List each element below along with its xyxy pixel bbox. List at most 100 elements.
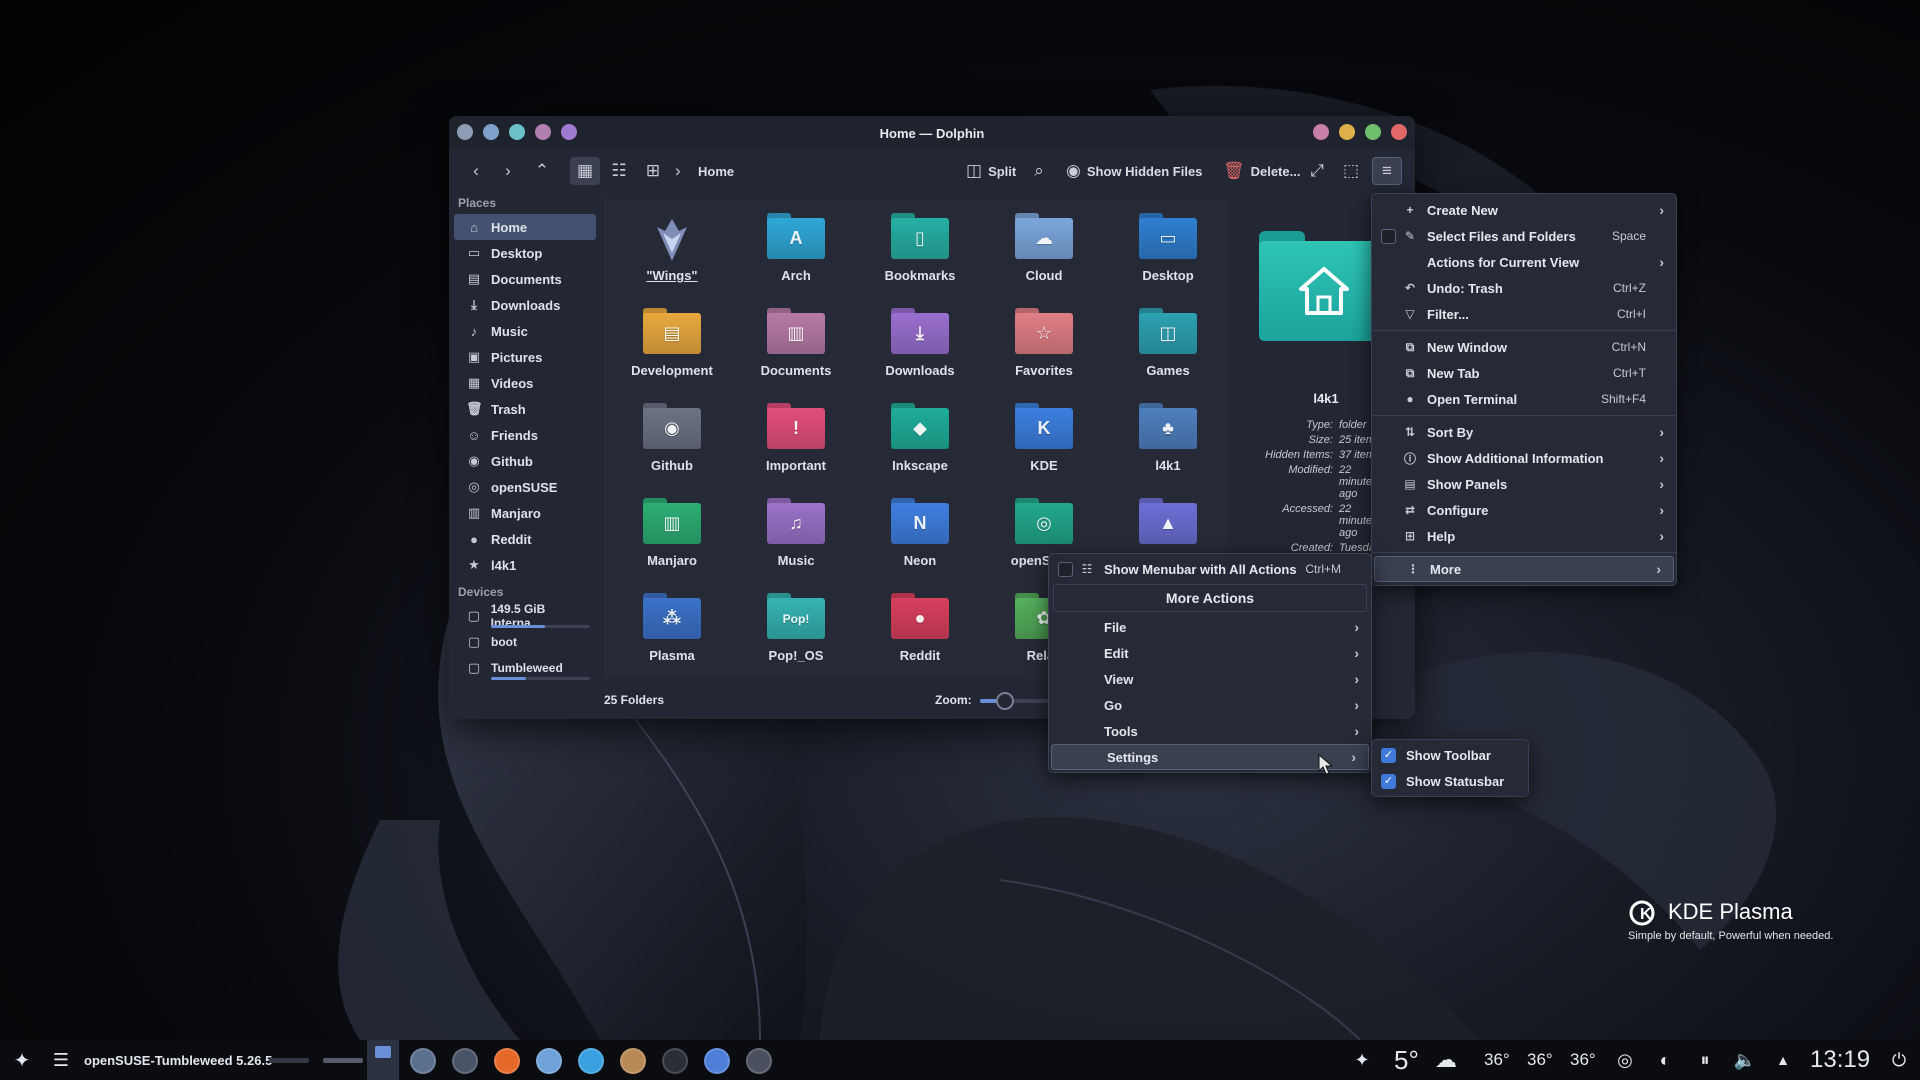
dolphin-icon[interactable] bbox=[536, 1048, 562, 1074]
more-menu-item-edit[interactable]: Edit › bbox=[1049, 640, 1371, 666]
firefox-icon[interactable] bbox=[494, 1048, 520, 1074]
folder-item[interactable]: ▭ Desktop bbox=[1106, 207, 1230, 302]
power-icon[interactable]: ⏻ bbox=[1886, 1040, 1912, 1080]
menu-item-new-window[interactable]: ⧉ New Window Ctrl+N bbox=[1372, 334, 1676, 360]
up-button[interactable]: ⌃ bbox=[527, 157, 557, 185]
menu-item-actions-for-current-view[interactable]: Actions for Current View › bbox=[1372, 249, 1676, 275]
zoom-handle[interactable] bbox=[996, 692, 1014, 710]
close-button[interactable] bbox=[1391, 124, 1407, 140]
folder-item[interactable]: ⤓ Downloads bbox=[858, 302, 982, 397]
menu-item-show-panels[interactable]: ▤ Show Panels › bbox=[1372, 471, 1676, 497]
fit-button[interactable]: ⤢ bbox=[1302, 157, 1332, 185]
sidebar-item-manjaro[interactable]: ▥ Manjaro bbox=[454, 500, 596, 526]
folder-item[interactable]: ♫ Music bbox=[734, 492, 858, 587]
folder-item[interactable]: ☁ Cloud bbox=[982, 207, 1106, 302]
folder-item[interactable]: "Wings" bbox=[610, 207, 734, 302]
sidebar-item-music[interactable]: ♪ Music bbox=[454, 318, 596, 344]
menubar-checkbox[interactable] bbox=[1058, 561, 1073, 577]
show-hidden-files-button[interactable]: ◉ Show Hidden Files bbox=[1060, 157, 1208, 185]
device-item[interactable]: ▢ 149.5 GiB Interna... bbox=[454, 602, 596, 630]
more-menu-item-file[interactable]: File › bbox=[1049, 614, 1371, 640]
device-item[interactable]: ▢ boot bbox=[454, 629, 596, 655]
menu-item-select-files-and-folders[interactable]: ✎ Select Files and Folders Space bbox=[1372, 223, 1676, 249]
sidebar-item-github[interactable]: ◉ Github bbox=[454, 448, 596, 474]
application-launcher[interactable]: ✦ bbox=[6, 1040, 38, 1080]
menu-item-undo-trash[interactable]: ↶ Undo: Trash Ctrl+Z bbox=[1372, 275, 1676, 301]
folder-item[interactable]: ♣ l4k1 bbox=[1106, 397, 1230, 492]
settings-item-show-statusbar[interactable]: ✓ Show Statusbar bbox=[1372, 768, 1528, 794]
details-view-button[interactable]: ⊞ bbox=[638, 157, 668, 185]
menu-item-help[interactable]: ⊞ Help › bbox=[1372, 523, 1676, 549]
forward-button[interactable]: › bbox=[493, 157, 523, 185]
delete-button[interactable]: 🗑 Delete... bbox=[1217, 157, 1306, 185]
sidebar-item-home[interactable]: ⌂ Home bbox=[454, 214, 596, 240]
select-area-button[interactable]: ⬚ bbox=[1336, 157, 1366, 185]
more-menu-item-go[interactable]: Go › bbox=[1049, 692, 1371, 718]
sidebar-item-desktop[interactable]: ▭ Desktop bbox=[454, 240, 596, 266]
folder-item[interactable]: ◫ Games bbox=[1106, 302, 1230, 397]
tools-icon[interactable] bbox=[746, 1048, 772, 1074]
folder-item[interactable]: ☆ Favorites bbox=[982, 302, 1106, 397]
check-icon[interactable]: ✓ bbox=[1381, 747, 1396, 763]
keep-above-button[interactable] bbox=[1313, 124, 1329, 140]
settings-item-show-toolbar[interactable]: ✓ Show Toolbar bbox=[1372, 742, 1528, 768]
icons-view-button[interactable]: ▦ bbox=[570, 157, 600, 185]
tray-expand-icon[interactable]: ▲ bbox=[1772, 1040, 1794, 1080]
more-menu-item-tools[interactable]: Tools › bbox=[1049, 718, 1371, 744]
tray-launcher-icon[interactable]: ✦ bbox=[1348, 1040, 1376, 1080]
folder-item[interactable]: Pop! Pop!_OS bbox=[734, 587, 858, 682]
sidebar-item-pictures[interactable]: ▣ Pictures bbox=[454, 344, 596, 370]
pager-bar-1[interactable] bbox=[269, 1058, 309, 1063]
menu-item-configure[interactable]: ⇄ Configure › bbox=[1372, 497, 1676, 523]
media-pause-icon[interactable]: ⏸ bbox=[1692, 1040, 1718, 1080]
folder-item[interactable]: ! Important bbox=[734, 397, 858, 492]
folder-item[interactable]: ▥ Documents bbox=[734, 302, 858, 397]
sidebar-item-reddit[interactable]: ● Reddit bbox=[454, 526, 596, 552]
folder-item[interactable]: A Arch bbox=[734, 207, 858, 302]
check-icon[interactable]: ✓ bbox=[1381, 773, 1396, 789]
store-icon[interactable] bbox=[578, 1048, 604, 1074]
menu-item-show-additional-information[interactable]: ⓘ Show Additional Information › bbox=[1372, 445, 1676, 471]
folder-item[interactable]: K KDE bbox=[982, 397, 1106, 492]
menu-item-more[interactable]: ⋮ More › bbox=[1374, 556, 1674, 582]
search-button[interactable]: ⌕ bbox=[1024, 157, 1054, 185]
folder-item[interactable]: ⁂ Plasma bbox=[610, 587, 734, 682]
clock[interactable]: 13:19 bbox=[1810, 1040, 1870, 1080]
folder-item[interactable]: ▯ Bookmarks bbox=[858, 207, 982, 302]
night-color-icon[interactable]: ◐ bbox=[1652, 1040, 1678, 1080]
device-item[interactable]: ▢ Tumbleweed bbox=[454, 655, 596, 681]
folder-item[interactable]: ◉ Github bbox=[610, 397, 734, 492]
sidebar-item-trash[interactable]: 🗑 Trash bbox=[454, 396, 596, 422]
sidebar-item-videos[interactable]: ▦ Videos bbox=[454, 370, 596, 396]
menu-item-filter[interactable]: ▽ Filter... Ctrl+I bbox=[1372, 301, 1676, 327]
volume-icon[interactable]: 🔈 bbox=[1732, 1040, 1758, 1080]
menu-checkbox[interactable] bbox=[1381, 228, 1396, 244]
sidebar-item-opensuse[interactable]: ◎ openSUSE bbox=[454, 474, 596, 500]
record-icon[interactable]: ◎ bbox=[1612, 1040, 1638, 1080]
minimize-button[interactable] bbox=[1339, 124, 1355, 140]
maximize-button[interactable] bbox=[1365, 124, 1381, 140]
breadcrumb-home[interactable]: Home bbox=[692, 157, 740, 185]
sidebar-item-friends[interactable]: ☺ Friends bbox=[454, 422, 596, 448]
pager-bar-2[interactable] bbox=[323, 1058, 363, 1063]
menu-item-open-terminal[interactable]: ● Open Terminal Shift+F4 bbox=[1372, 386, 1676, 412]
menu-item-sort-by[interactable]: ⇅ Sort By › bbox=[1372, 419, 1676, 445]
split-button[interactable]: ◫ Split bbox=[960, 157, 1022, 185]
folder-item[interactable]: ▥ Manjaro bbox=[610, 492, 734, 587]
github-app-icon[interactable] bbox=[662, 1048, 688, 1074]
show-menubar-item[interactable]: ☷ Show Menubar with All Actions Ctrl+M bbox=[1049, 556, 1371, 582]
window-list-button[interactable]: ☰ bbox=[46, 1040, 76, 1080]
menu-item-create-new[interactable]: + Create New › bbox=[1372, 197, 1676, 223]
active-desktop[interactable] bbox=[367, 1040, 399, 1080]
sidebar-item-downloads[interactable]: ⤓ Downloads bbox=[454, 292, 596, 318]
folder-item[interactable]: N Neon bbox=[858, 492, 982, 587]
more-menu-item-view[interactable]: View › bbox=[1049, 666, 1371, 692]
folder-item[interactable]: ● Reddit bbox=[858, 587, 982, 682]
discover-icon[interactable] bbox=[452, 1048, 478, 1074]
sidebar-item-documents[interactable]: ▤ Documents bbox=[454, 266, 596, 292]
compact-view-button[interactable]: ☷ bbox=[604, 157, 634, 185]
gimp-icon[interactable] bbox=[620, 1048, 646, 1074]
folder-item[interactable]: ◆ Inkscape bbox=[858, 397, 982, 492]
sidebar-item-l4k1[interactable]: ★ l4k1 bbox=[454, 552, 596, 578]
hamburger-menu-button[interactable]: ≡ bbox=[1372, 157, 1402, 185]
